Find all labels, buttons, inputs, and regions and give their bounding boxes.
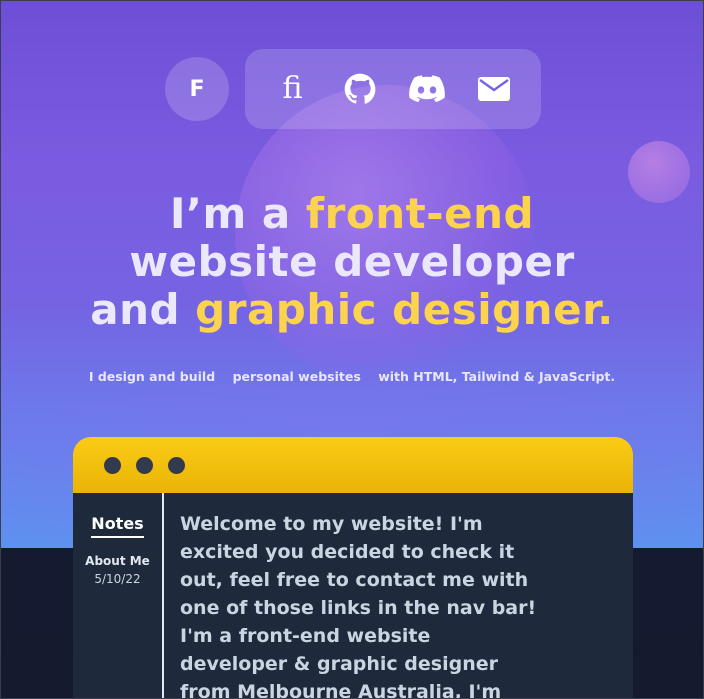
window-dot[interactable] xyxy=(104,456,121,474)
notes-sidebar: Notes About Me 5/10/22 xyxy=(73,493,164,699)
avatar-letter: F xyxy=(189,76,205,102)
note-item-date: 5/10/22 xyxy=(94,572,141,586)
social-nav: fi xyxy=(245,49,541,129)
window-dot[interactable] xyxy=(136,456,153,474)
hero-subtitle: I design and build personal websites wit… xyxy=(0,369,704,384)
headline-text: website developer xyxy=(129,237,575,286)
headline-text: I’m a xyxy=(169,189,306,238)
headline-highlight-frontend: front-end xyxy=(305,189,535,238)
window-dot[interactable] xyxy=(168,456,185,474)
github-link[interactable] xyxy=(338,67,382,111)
headline-text: and xyxy=(90,285,196,334)
hero-headline: I’m a front-end website developer and gr… xyxy=(0,190,704,334)
mail-link[interactable] xyxy=(472,67,516,111)
subtitle-part: I design and build xyxy=(88,369,216,384)
subtitle-part: with HTML, Tailwind & JavaScript. xyxy=(378,369,616,384)
subtitle-part: personal websites xyxy=(232,369,361,384)
window-body: Notes About Me 5/10/22 Welcome to my web… xyxy=(73,493,633,699)
headline-highlight-designer: graphic designer. xyxy=(195,285,614,334)
note-content: Welcome to my website! I'm excited you d… xyxy=(180,513,537,699)
github-icon xyxy=(344,73,376,105)
mail-icon xyxy=(477,77,510,101)
avatar[interactable]: F xyxy=(165,57,229,121)
fiverr-glyph: fi xyxy=(282,71,303,106)
discord-icon xyxy=(408,75,445,103)
fiverr-link[interactable]: fi xyxy=(271,67,315,111)
fiverr-logo-icon: fi xyxy=(282,74,302,104)
window-titlebar xyxy=(73,437,633,493)
discord-link[interactable] xyxy=(405,67,449,111)
notes-window: Notes About Me 5/10/22 Welcome to my web… xyxy=(73,437,633,699)
note-item-title[interactable]: About Me xyxy=(73,554,162,568)
notes-heading: Notes xyxy=(91,514,144,538)
